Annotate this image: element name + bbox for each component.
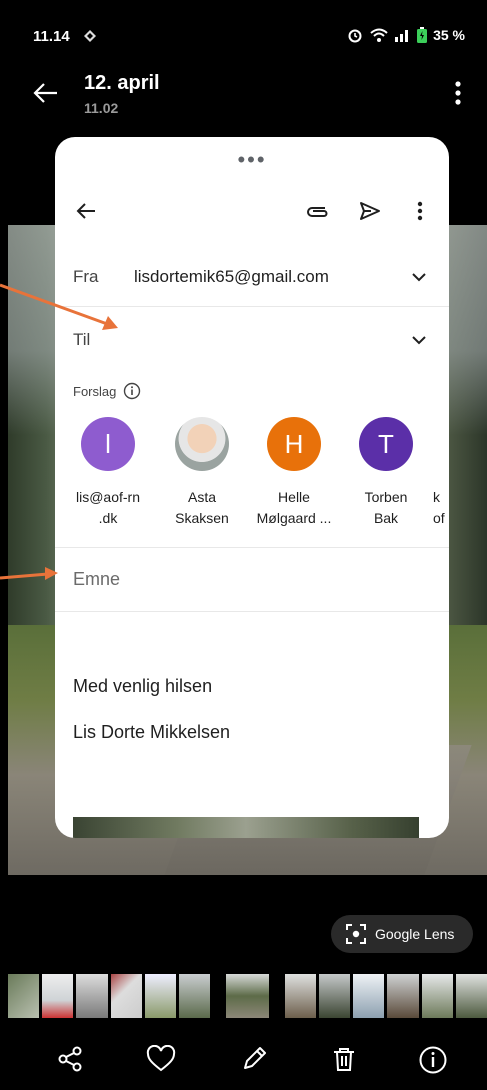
edit-pencil-icon[interactable] [240,1045,268,1073]
google-lens-label: Google Lens [375,926,455,942]
thumbnail[interactable] [76,974,108,1018]
bottom-toolbar [0,1035,487,1090]
delete-trash-icon[interactable] [330,1045,358,1073]
share-icon[interactable] [56,1045,84,1073]
arrow-to-field [0,283,118,330]
thumbnail[interactable] [110,974,142,1018]
thumbnail[interactable] [179,974,211,1018]
thumbnail[interactable] [8,974,40,1018]
thumbnail[interactable] [353,974,385,1018]
thumbnail-current[interactable] [226,974,269,1018]
thumbnail[interactable] [455,974,487,1018]
thumbnail[interactable] [42,974,74,1018]
thumbnail[interactable] [387,974,419,1018]
details-info-icon[interactable] [418,1045,448,1075]
thumbnail[interactable] [144,974,177,1018]
thumbnail[interactable] [284,974,316,1018]
google-lens-icon [346,924,366,944]
filmstrip[interactable] [8,974,487,1018]
thumbnail[interactable] [421,974,453,1018]
arrow-subject-field [0,567,58,580]
thumbnail[interactable] [318,974,351,1018]
favorite-heart-icon[interactable] [146,1045,176,1073]
google-lens-button[interactable]: Google Lens [331,915,473,953]
